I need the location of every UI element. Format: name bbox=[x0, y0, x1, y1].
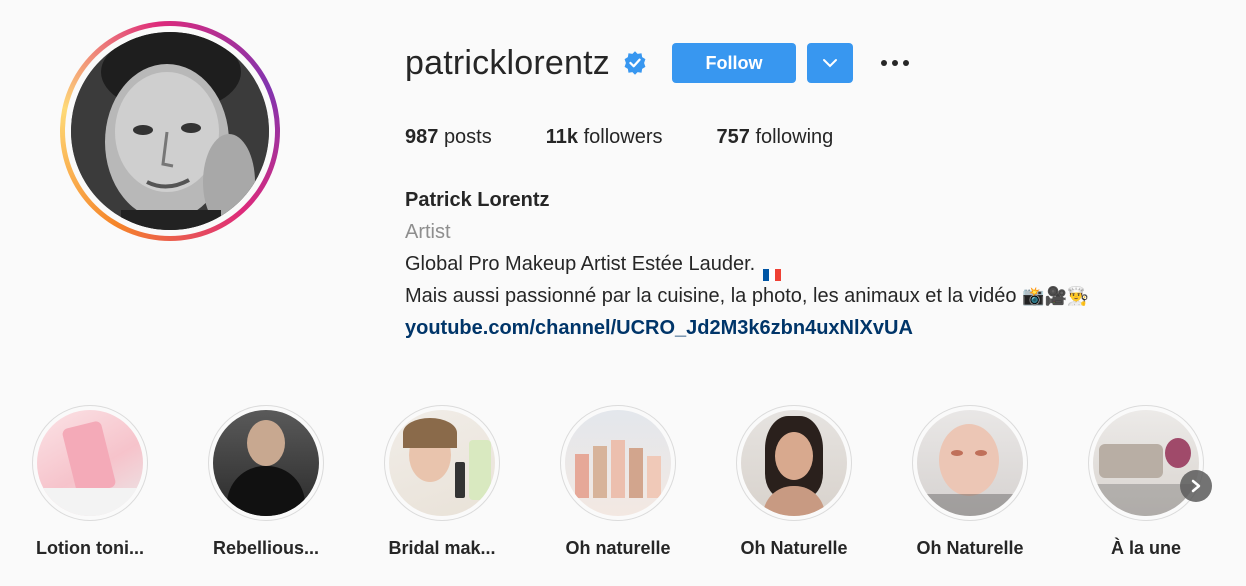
highlight-item[interactable]: Oh naturelle bbox=[530, 405, 706, 559]
bio-line-2: Mais aussi passionné par la cuisine, la … bbox=[405, 280, 1089, 312]
highlight-label: Oh Naturelle bbox=[916, 538, 1024, 558]
followers-stat[interactable]: 11k followers bbox=[546, 126, 663, 149]
posts-count: 987 bbox=[405, 126, 439, 148]
highlight-label: Rebellious... bbox=[212, 538, 320, 558]
profile-header: patricklorentz Follow bbox=[405, 40, 915, 86]
highlight-cover bbox=[37, 410, 143, 516]
following-count: 757 bbox=[716, 126, 750, 148]
highlight-label: Oh Naturelle bbox=[740, 538, 848, 558]
profile-avatar-ring[interactable] bbox=[60, 21, 280, 241]
highlight-label: Bridal mak... bbox=[388, 538, 496, 558]
followers-label: followers bbox=[583, 126, 663, 148]
category-label: Artist bbox=[405, 221, 451, 243]
avatar-frame bbox=[65, 26, 275, 236]
follow-button[interactable]: Follow bbox=[672, 43, 796, 83]
bio-line-1: Global Pro Makeup Artist Estée Lauder. bbox=[405, 248, 1089, 281]
highlight-item[interactable]: Oh Naturelle bbox=[882, 405, 1058, 559]
france-flag-icon bbox=[762, 259, 781, 281]
highlight-ring bbox=[32, 405, 148, 521]
highlight-item[interactable]: Oh Naturelle bbox=[706, 405, 882, 559]
verified-badge-icon bbox=[624, 51, 646, 75]
bio-line-2-text: Mais aussi passionné par la cuisine, la … bbox=[405, 285, 1017, 307]
following-label: following bbox=[755, 126, 834, 148]
bio-line-1-text: Global Pro Makeup Artist Estée Lauder. bbox=[405, 253, 756, 275]
highlight-cover bbox=[917, 410, 1023, 516]
followers-count: 11k bbox=[545, 126, 579, 148]
posts-label: posts bbox=[443, 126, 492, 148]
highlight-item[interactable]: Rebellious... bbox=[178, 405, 354, 559]
following-stat[interactable]: 757 following bbox=[717, 126, 834, 149]
highlights-next-button[interactable] bbox=[1180, 470, 1212, 502]
full-name: Patrick Lorentz bbox=[405, 189, 550, 211]
highlight-ring bbox=[208, 405, 324, 521]
highlight-cover bbox=[1093, 410, 1199, 516]
highlight-ring bbox=[912, 405, 1028, 521]
highlight-item[interactable]: Bridal mak... bbox=[354, 405, 530, 559]
highlight-label: Oh naturelle bbox=[565, 538, 671, 558]
highlight-ring bbox=[384, 405, 500, 521]
highlight-cover bbox=[565, 410, 671, 516]
chevron-down-icon bbox=[823, 59, 837, 68]
more-options-button[interactable] bbox=[875, 43, 915, 83]
highlight-item[interactable]: Lotion toni... bbox=[2, 405, 178, 559]
bio-link[interactable]: youtube.com/channel/UCRO_Jd2M3k6zbn4uxNl… bbox=[405, 317, 913, 339]
profile-stats: 987 posts 11k followers 757 following bbox=[405, 126, 887, 149]
suggestions-dropdown-button[interactable] bbox=[807, 43, 853, 83]
highlight-cover bbox=[213, 410, 319, 516]
story-highlights: Lotion toni... Rebellious... Bridal mak.… bbox=[0, 405, 1246, 586]
highlight-label: Lotion toni... bbox=[36, 538, 144, 558]
camera-film-chef-emoji: 📸🎥👨‍🍳 bbox=[1022, 286, 1090, 306]
highlight-ring bbox=[1088, 405, 1204, 521]
avatar[interactable] bbox=[71, 32, 269, 230]
username: patricklorentz bbox=[405, 43, 610, 82]
more-options-icon bbox=[881, 60, 909, 66]
highlight-cover bbox=[741, 410, 847, 516]
highlight-label: À la une bbox=[1110, 538, 1181, 558]
highlight-ring bbox=[736, 405, 852, 521]
posts-stat: 987 posts bbox=[405, 126, 492, 149]
chevron-right-icon bbox=[1191, 479, 1201, 493]
highlight-cover bbox=[389, 410, 495, 516]
highlight-ring bbox=[560, 405, 676, 521]
avatar-photo bbox=[71, 32, 269, 230]
profile-bio: Patrick Lorentz Artist Global Pro Makeup… bbox=[405, 184, 1089, 344]
